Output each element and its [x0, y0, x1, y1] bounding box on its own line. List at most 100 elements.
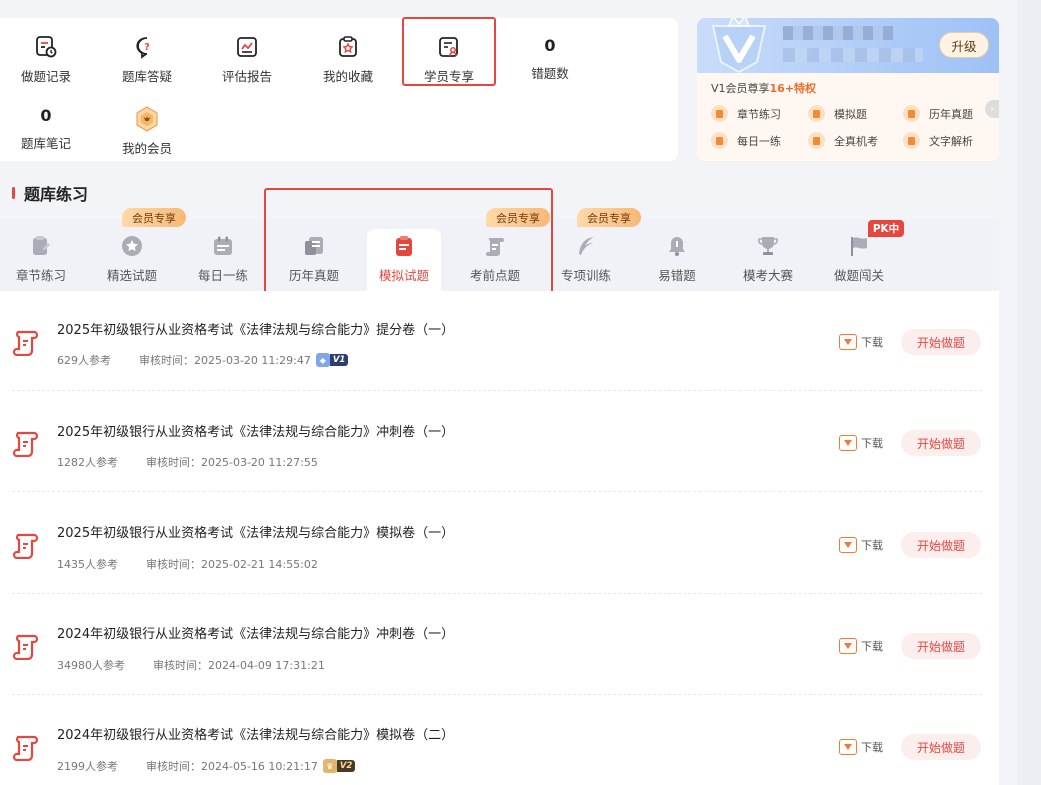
vip-feature-item[interactable]: 章节练习 [711, 105, 781, 122]
participants-count: 1435人参考 [57, 558, 118, 571]
practice-records-button[interactable]: 做题记录 [0, 26, 92, 92]
download-button[interactable]: 下载 [839, 334, 883, 350]
start-practice-button[interactable]: 开始做题 [901, 532, 981, 558]
download-button[interactable]: 下载 [839, 435, 883, 451]
exam-title[interactable]: 2025年初级银行从业资格考试《法律法规与综合能力》提分卷（一） [57, 319, 454, 338]
exam-paper-icon [12, 330, 39, 356]
tab-mock-contest[interactable]: 模考大赛 [728, 229, 808, 291]
download-label: 下载 [861, 539, 883, 552]
vip-feature-label: 章节练习 [737, 107, 781, 121]
download-button[interactable]: 下载 [839, 739, 883, 755]
download-button[interactable]: 下载 [839, 537, 883, 553]
tab-challenge[interactable]: 做题闯关 [819, 229, 899, 291]
pk-badge: PK中 [868, 220, 904, 237]
tab-daily-practice[interactable]: 每日一练 [183, 229, 263, 291]
section-title-text: 题库练习 [24, 185, 89, 204]
right-scroll-area [1017, 0, 1041, 785]
download-icon [839, 739, 857, 755]
vip-feature-item[interactable]: 模拟题 [808, 105, 867, 122]
clipboard-pen-icon [30, 235, 52, 257]
start-practice-button[interactable]: 开始做题 [901, 430, 981, 456]
exam-paper-icon [12, 431, 39, 457]
list-item[interactable]: 2025年初级银行从业资格考试《法律法规与综合能力》提分卷（一） 629人参考 … [0, 291, 999, 391]
tab-selected-questions[interactable]: 精选试题 [92, 229, 172, 291]
wrong-count-label: 错题数 [531, 66, 569, 81]
vip-feature-label: 全真机考 [834, 134, 878, 148]
vip-feature-item[interactable]: 全真机考 [808, 132, 878, 149]
flag-icon [848, 235, 870, 257]
vip-privilege-title: V1会员尊享16+特权 [711, 80, 816, 96]
participants-count: 1282人参考 [57, 456, 118, 469]
list-item[interactable]: 2024年初级银行从业资格考试《法律法规与综合能力》模拟卷（二） 2199人参考… [0, 696, 999, 785]
tab-label: 做题闯关 [833, 268, 884, 283]
chart-report-icon [234, 34, 260, 60]
qa-button[interactable]: ? 题库答疑 [101, 26, 193, 92]
exam-paper-icon [12, 735, 39, 761]
vip-level-text: V1 [329, 354, 349, 366]
upgrade-button[interactable]: 升级 [939, 32, 989, 58]
vip-feature-item[interactable]: 文字解析 [903, 132, 973, 149]
feature-icon [711, 132, 728, 149]
vip-crown-small-icon: ♛ [322, 759, 337, 773]
vip-feature-label: 模拟题 [834, 107, 867, 121]
exam-paper-icon [12, 634, 39, 660]
review-time: 审核时间：2025-03-20 11:29:47 [139, 354, 311, 367]
exam-meta: 34980人参考 审核时间：2024-04-09 17:31:21 [57, 657, 325, 673]
divider [12, 390, 982, 391]
my-member-button[interactable]: 我的会员 [101, 98, 193, 164]
notes-count-value: 0 [40, 106, 52, 125]
wrong-count-button[interactable]: 0 错题数 [504, 26, 596, 92]
feature-icon [808, 105, 825, 122]
vip-title-prefix: V1会员尊享 [711, 82, 770, 95]
tools-card: 做题记录 ? 题库答疑 评估报告 我的收藏 学员专享 0 错题数 0 题库笔记 [0, 18, 678, 161]
download-icon [839, 537, 857, 553]
vip-privileges: V1会员尊享16+特权 章节练习 模拟题 历年真题 每日一练 全真机考 文字解析… [697, 73, 999, 161]
tab-label: 易错题 [658, 268, 696, 283]
qa-label: 题库答疑 [121, 68, 172, 84]
list-item[interactable]: 2025年初级银行从业资格考试《法律法规与综合能力》冲刺卷（一） 1282人参考… [0, 392, 999, 492]
download-button[interactable]: 下载 [839, 638, 883, 654]
start-practice-button[interactable]: 开始做题 [901, 329, 981, 355]
list-item[interactable]: 2025年初级银行从业资格考试《法律法规与综合能力》模拟卷（一） 1435人参考… [0, 494, 999, 594]
feature-icon [808, 132, 825, 149]
feature-icon [903, 132, 920, 149]
member-exclusive-badge: 会员专享 [577, 208, 641, 227]
participants-count: 629人参考 [57, 354, 111, 367]
trophy-icon [757, 235, 779, 257]
exam-title[interactable]: 2024年初级银行从业资格考试《法律法规与综合能力》冲刺卷（一） [57, 623, 454, 642]
review-time: 审核时间：2024-04-09 17:31:21 [153, 659, 325, 672]
report-button[interactable]: 评估报告 [201, 26, 293, 92]
tab-label: 每日一练 [197, 268, 248, 283]
vip-feature-item[interactable]: 每日一练 [711, 132, 781, 149]
tab-error-prone[interactable]: 易错题 [637, 229, 717, 291]
tab-label: 专项训练 [560, 268, 611, 283]
start-practice-button[interactable]: 开始做题 [901, 633, 981, 659]
tab-label: 章节练习 [15, 268, 66, 283]
alert-bell-icon [666, 235, 688, 257]
exam-list: 2025年初级银行从业资格考试《法律法规与综合能力》提分卷（一） 629人参考 … [0, 291, 999, 785]
chevron-right-icon[interactable]: › [985, 100, 999, 118]
favorites-button[interactable]: 我的收藏 [302, 26, 394, 92]
vip-card: 升级 V1会员尊享16+特权 章节练习 模拟题 历年真题 每日一练 全真机考 文… [697, 18, 999, 161]
my-member-label: 我的会员 [121, 140, 172, 156]
tab-chapter-practice[interactable]: 章节练习 [1, 229, 81, 291]
vip-feature-item[interactable]: 历年真题 [903, 105, 973, 122]
tab-special-training[interactable]: 专项训练 [546, 229, 626, 291]
vip-feature-label: 文字解析 [929, 134, 973, 148]
exam-title[interactable]: 2025年初级银行从业资格考试《法律法规与综合能力》模拟卷（一） [57, 522, 454, 541]
notes-button[interactable]: 0 题库笔记 [0, 96, 92, 162]
exam-meta: 1435人参考 审核时间：2025-02-21 14:55:02 [57, 556, 318, 572]
vip-crown-icon [711, 18, 767, 74]
divider [12, 694, 982, 695]
participants-count: 34980人参考 [57, 659, 125, 672]
exam-title[interactable]: 2024年初级银行从业资格考试《法律法规与综合能力》模拟卷（二） [57, 724, 454, 743]
vip-feature-label: 历年真题 [929, 107, 973, 121]
start-practice-button[interactable]: 开始做题 [901, 734, 981, 760]
exam-title[interactable]: 2025年初级银行从业资格考试《法律法规与综合能力》冲刺卷（一） [57, 421, 454, 440]
review-time: 审核时间：2025-02-21 14:55:02 [146, 558, 318, 571]
vip-diamond-icon: ◆ [315, 353, 330, 367]
list-item[interactable]: 2024年初级银行从业资格考试《法律法规与综合能力》冲刺卷（一） 34980人参… [0, 595, 999, 695]
vip-level-badge: ◆ V1 [315, 353, 349, 367]
member-exclusive-badge: 会员专享 [122, 208, 186, 227]
exam-paper-icon [12, 533, 39, 559]
